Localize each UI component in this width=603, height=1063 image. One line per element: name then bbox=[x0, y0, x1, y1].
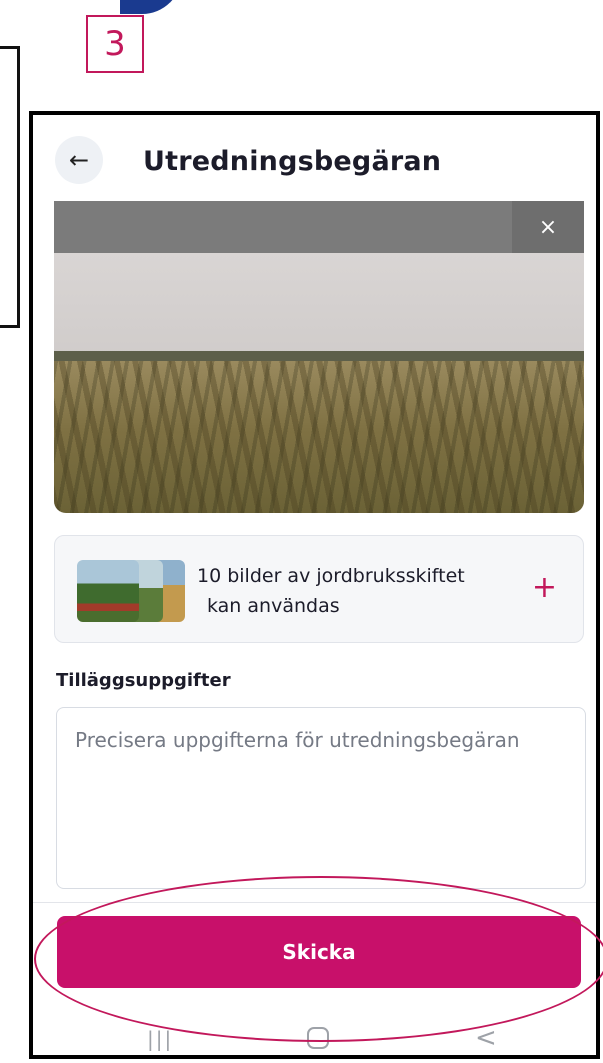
previous-screen-frame bbox=[0, 46, 20, 328]
decorative-blue-shape bbox=[120, 0, 182, 14]
arrow-left-icon: ← bbox=[68, 146, 90, 174]
photo-top-strip bbox=[54, 201, 584, 253]
additional-info-input[interactable]: Precisera uppgifterna för utredningsbegä… bbox=[56, 707, 586, 889]
recent-apps-icon[interactable]: ||| bbox=[147, 1027, 173, 1051]
add-photos-line-1: 10 bilder av jordbruksskiftet bbox=[197, 565, 465, 587]
additional-info-placeholder: Precisera uppgifterna för utredningsbegä… bbox=[75, 728, 520, 752]
phone-screen: ← Utredningsbegäran × 10 bilder av jordb… bbox=[29, 111, 600, 1059]
photo-cornfield bbox=[54, 361, 584, 513]
additional-info-label: Tilläggsuppgifter bbox=[56, 670, 231, 691]
step-number-badge: 3 bbox=[86, 15, 144, 73]
app-header: ← Utredningsbegäran bbox=[33, 115, 596, 201]
remove-photo-button[interactable]: × bbox=[512, 201, 584, 253]
home-icon[interactable] bbox=[307, 1027, 329, 1049]
submit-button[interactable]: Skicka bbox=[57, 916, 581, 988]
add-photos-card[interactable]: 10 bilder av jordbruksskiftet kan använd… bbox=[54, 535, 584, 643]
close-icon: × bbox=[538, 214, 558, 240]
nav-back-icon[interactable]: < bbox=[475, 1023, 497, 1053]
step-number: 3 bbox=[104, 24, 126, 64]
thumbnail-image bbox=[77, 560, 139, 622]
android-nav-bar: ||| < bbox=[33, 1011, 596, 1055]
add-photos-text: 10 bilder av jordbruksskiftet kan använd… bbox=[197, 561, 497, 621]
add-photos-line-2: kan användas bbox=[207, 595, 340, 617]
back-button[interactable]: ← bbox=[55, 136, 103, 184]
page-title: Utredningsbegäran bbox=[143, 146, 442, 177]
divider bbox=[33, 902, 596, 903]
plus-icon[interactable]: + bbox=[532, 570, 557, 605]
photo-thumbnails-icon bbox=[77, 560, 185, 622]
field-photo: × bbox=[54, 201, 584, 513]
